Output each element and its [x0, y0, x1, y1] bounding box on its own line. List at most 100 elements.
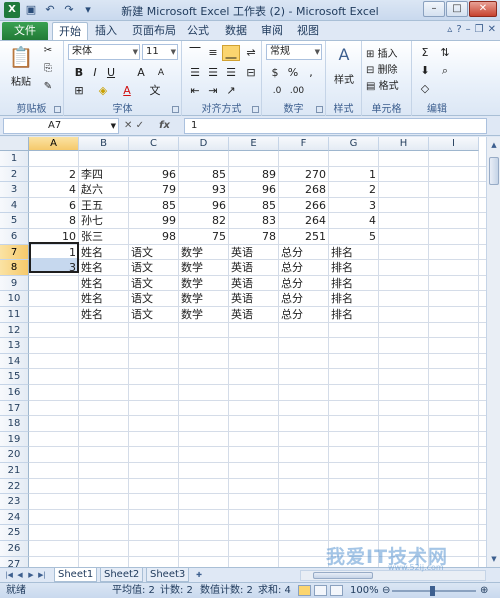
cell-g6[interactable]: 5 [329, 229, 379, 244]
format-cells-button[interactable]: ▤ 格式 [366, 77, 410, 92]
cell-g4[interactable]: 3 [329, 198, 379, 213]
styles-icon[interactable]: A [332, 45, 356, 64]
row-header-23[interactable]: 23 [0, 494, 29, 510]
cancel-entry-icon[interactable]: ✕ [124, 120, 132, 131]
styles-button[interactable]: 样式 [328, 71, 360, 86]
page-layout-view-icon[interactable] [314, 585, 327, 596]
font-color-button[interactable]: A [118, 83, 136, 99]
cell-e2[interactable]: 89 [229, 167, 279, 182]
font-name-select[interactable]: 宋体 ▼ [68, 44, 140, 60]
row-header-8[interactable]: 8 [0, 260, 29, 276]
increase-decimal-icon[interactable]: .0 [268, 83, 286, 99]
paste-icon[interactable]: 📋 [8, 45, 34, 69]
formula-input[interactable]: 1 [184, 118, 487, 134]
cell-d9[interactable]: 数学 [179, 276, 229, 291]
align-left-icon[interactable]: ☰ [186, 65, 204, 81]
decrease-decimal-icon[interactable]: .00 [288, 83, 306, 99]
cell-b5[interactable]: 孙七 [79, 213, 129, 228]
row-header-25[interactable]: 25 [0, 525, 29, 541]
normal-view-icon[interactable] [298, 585, 311, 596]
row-header-18[interactable]: 18 [0, 416, 29, 432]
help-icon[interactable]: ? [456, 24, 461, 35]
delete-cells-button[interactable]: ⊟ 删除 [366, 61, 410, 76]
cell-b8[interactable]: 姓名 [79, 260, 129, 275]
currency-icon[interactable]: $ [266, 65, 284, 81]
cell-c8[interactable]: 语文 [129, 260, 179, 275]
cell-e9[interactable]: 英语 [229, 276, 279, 291]
doc-minimize-icon[interactable]: – [466, 24, 471, 35]
cell-g9[interactable]: 排名 [329, 276, 379, 291]
scroll-up-icon[interactable]: ▲ [488, 139, 500, 151]
close-button[interactable]: ✕ [469, 1, 497, 17]
align-right-icon[interactable]: ☰ [222, 65, 240, 81]
cell-b6[interactable]: 张三 [79, 229, 129, 244]
cell-e3[interactable]: 96 [229, 182, 279, 197]
cell-f6[interactable]: 251 [279, 229, 329, 244]
cell-g2[interactable]: 1 [329, 167, 379, 182]
cell-d4[interactable]: 96 [179, 198, 229, 213]
phonetic-icon[interactable]: 文 [146, 83, 164, 99]
underline-button[interactable]: U [102, 65, 120, 81]
cell-d7[interactable]: 数学 [179, 245, 229, 260]
cell-f11[interactable]: 总分 [279, 307, 329, 322]
cell-e10[interactable]: 英语 [229, 291, 279, 306]
cut-icon[interactable]: ✂ [40, 45, 56, 56]
row-header-12[interactable]: 12 [0, 322, 29, 339]
row-header-16[interactable]: 16 [0, 385, 29, 401]
minimize-button[interactable]: – [423, 1, 445, 17]
find-select-icon[interactable]: ⌕ [436, 63, 454, 79]
column-header-c[interactable]: C [129, 137, 179, 151]
cell-g5[interactable]: 4 [329, 213, 379, 228]
cell-c4[interactable]: 85 [129, 198, 179, 213]
decrease-indent-icon[interactable]: ⇤ [186, 83, 204, 99]
tab-data[interactable]: 数据 [222, 22, 250, 40]
column-header-a[interactable]: A [29, 137, 79, 151]
paste-button[interactable]: 粘贴 [6, 73, 36, 88]
cell-a4[interactable]: 6 [29, 198, 79, 213]
select-all-corner[interactable] [0, 137, 29, 151]
cell-b3[interactable]: 赵六 [79, 182, 129, 197]
cell-e11[interactable]: 英语 [229, 307, 279, 322]
font-launcher-icon[interactable] [172, 106, 179, 113]
insert-sheet-icon[interactable]: ✚ [192, 570, 206, 581]
cell-e5[interactable]: 83 [229, 213, 279, 228]
spreadsheet-grid[interactable]: A B C D E F G H I 1 2 3 4 5 6 7 8 9 10 11 12 13 14 15 16 17 18 19 20… [0, 137, 486, 567]
zoom-out-icon[interactable]: ⊖ [382, 583, 390, 598]
row-header-27[interactable]: 27 [0, 556, 29, 567]
row-header-5[interactable]: 5 [0, 213, 29, 229]
cell-d5[interactable]: 82 [179, 213, 229, 228]
cell-c3[interactable]: 79 [129, 182, 179, 197]
row-header-3[interactable]: 3 [0, 182, 29, 198]
row-header-17[interactable]: 17 [0, 400, 29, 417]
next-sheet-icon[interactable]: ▶ [26, 570, 36, 581]
grow-font-button[interactable]: A [132, 65, 150, 81]
align-center-icon[interactable]: ☰ [204, 65, 222, 81]
autosum-button[interactable]: Σ [416, 45, 434, 61]
cell-e7[interactable]: 英语 [229, 245, 279, 260]
alignment-launcher-icon[interactable] [252, 106, 259, 113]
clear-icon[interactable]: ◇ [416, 81, 434, 97]
font-size-select[interactable]: 11 ▼ [142, 44, 178, 60]
vertical-scroll-thumb[interactable] [489, 157, 499, 185]
column-header-b[interactable]: B [79, 137, 129, 151]
cell-b9[interactable]: 姓名 [79, 276, 129, 291]
tab-insert[interactable]: 插入 [92, 22, 120, 40]
align-middle-icon[interactable]: ≡ [204, 45, 222, 61]
column-header-d[interactable]: D [179, 137, 229, 151]
row-header-6[interactable]: 6 [0, 229, 29, 245]
last-sheet-icon[interactable]: ▶| [37, 570, 47, 581]
doc-restore-icon[interactable]: ❐ [475, 24, 484, 35]
align-top-icon[interactable]: ⎺ [186, 45, 204, 61]
comma-button[interactable]: , [302, 65, 320, 81]
cell-g7[interactable]: 排名 [329, 245, 379, 260]
tab-home[interactable]: 开始 [52, 22, 88, 40]
cell-f5[interactable]: 264 [279, 213, 329, 228]
cell-a2[interactable]: 2 [29, 167, 79, 182]
cell-g3[interactable]: 2 [329, 182, 379, 197]
scroll-down-icon[interactable]: ▼ [488, 553, 500, 565]
merge-center-icon[interactable]: ⊟ [242, 65, 260, 81]
cell-f10[interactable]: 总分 [279, 291, 329, 306]
row-header-20[interactable]: 20 [0, 447, 29, 463]
cell-c5[interactable]: 99 [129, 213, 179, 228]
column-header-f[interactable]: F [279, 137, 329, 151]
